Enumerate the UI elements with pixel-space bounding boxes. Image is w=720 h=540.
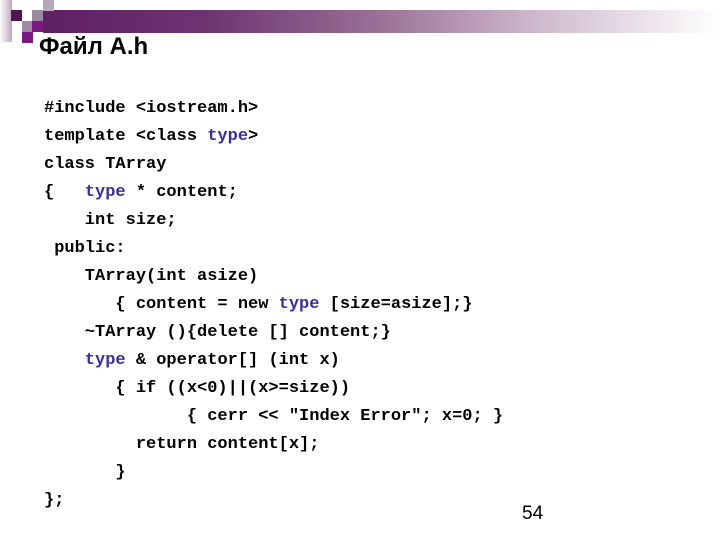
code-text: { cerr << "Index Error"; x=0; } bbox=[44, 407, 504, 426]
code-text: { if ((x<0)||(x>=size)) bbox=[44, 379, 351, 398]
slide-title: Файл A.h bbox=[39, 33, 149, 60]
header-gradient-bar bbox=[43, 10, 720, 33]
code-keyword: type bbox=[278, 295, 320, 314]
code-text: template <class bbox=[44, 127, 208, 146]
code-block: #include <iostream.h> template <class typ… bbox=[44, 95, 503, 515]
code-text: class TArray bbox=[44, 155, 167, 174]
decor-square bbox=[22, 32, 33, 43]
code-text: int size; bbox=[44, 211, 177, 230]
decor-square bbox=[11, 10, 22, 21]
code-line: #include <iostream.h> bbox=[44, 95, 503, 123]
page-number: 54 bbox=[522, 503, 544, 524]
code-text: #include <iostream.h> bbox=[44, 99, 259, 118]
code-text: & operator[] (int x) bbox=[125, 351, 340, 370]
code-text: * content; bbox=[125, 183, 238, 202]
code-line: { type * content; bbox=[44, 179, 503, 207]
code-line: class TArray bbox=[44, 151, 503, 179]
code-text: [size=asize];} bbox=[319, 295, 473, 314]
code-text: }; bbox=[44, 491, 65, 510]
code-line: { content = new type [size=asize];} bbox=[44, 291, 503, 319]
code-line: { if ((x<0)||(x>=size)) bbox=[44, 375, 503, 403]
code-line: }; bbox=[44, 487, 503, 515]
code-text: return content[x]; bbox=[44, 435, 320, 454]
code-line: template <class type> bbox=[44, 123, 503, 151]
code-text: public: bbox=[44, 239, 126, 258]
code-line: TArray(int asize) bbox=[44, 263, 503, 291]
decor-square bbox=[32, 21, 43, 32]
code-line: int size; bbox=[44, 207, 503, 235]
code-text: { bbox=[44, 183, 85, 202]
code-text: TArray(int asize) bbox=[44, 267, 259, 286]
decor-square bbox=[43, 0, 54, 11]
code-text: { content = new bbox=[44, 295, 279, 314]
code-text: ~TArray (){delete [] content;} bbox=[44, 323, 391, 342]
code-keyword: type bbox=[207, 127, 249, 146]
code-keyword: type bbox=[84, 183, 126, 202]
code-keyword: type bbox=[84, 351, 126, 370]
code-line: ~TArray (){delete [] content;} bbox=[44, 319, 503, 347]
code-text: > bbox=[248, 127, 259, 146]
code-line: } bbox=[44, 459, 503, 487]
code-line: public: bbox=[44, 235, 503, 263]
code-line: { cerr << "Index Error"; x=0; } bbox=[44, 403, 503, 431]
code-line: return content[x]; bbox=[44, 431, 503, 459]
code-line: type & operator[] (int x) bbox=[44, 347, 503, 375]
decor-square bbox=[32, 10, 43, 21]
code-text: } bbox=[44, 463, 126, 482]
decor-edge-strip bbox=[0, 0, 12, 42]
